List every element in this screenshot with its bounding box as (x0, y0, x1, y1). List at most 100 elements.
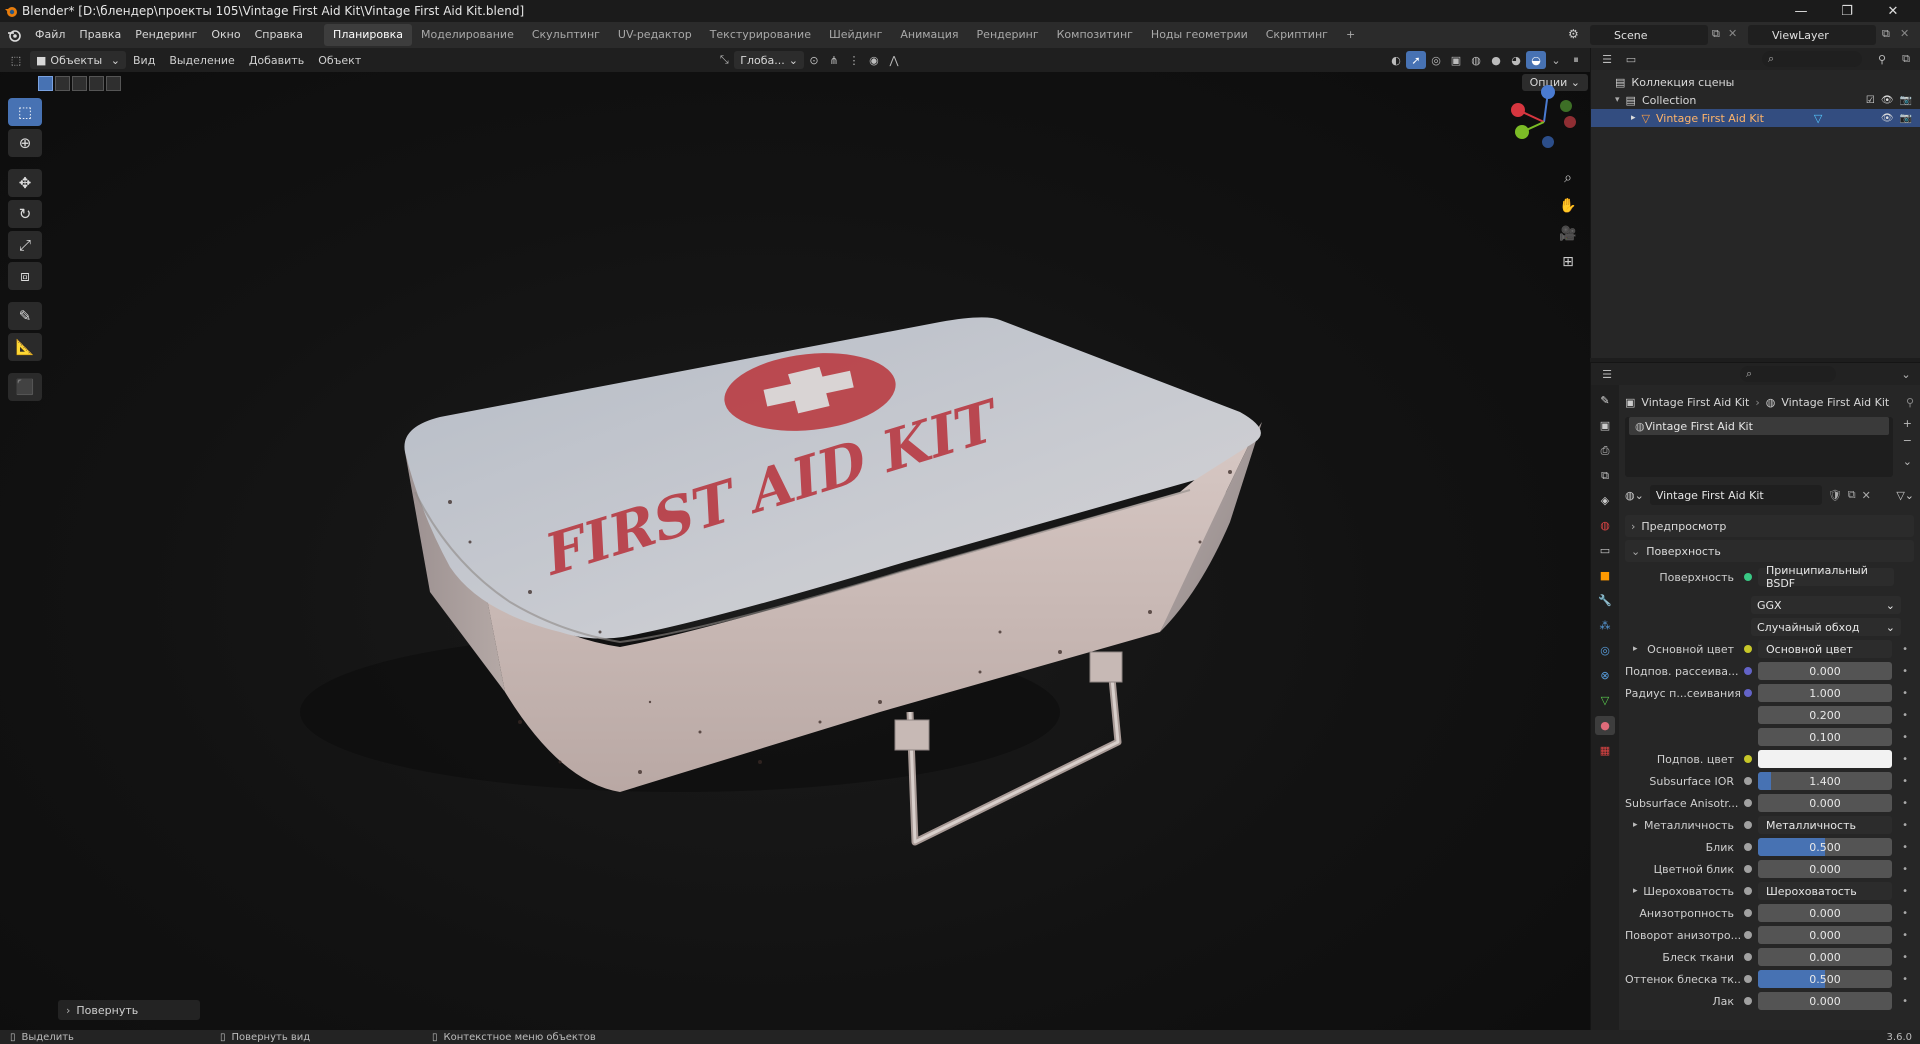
eye-icon[interactable]: 👁 (1881, 113, 1894, 124)
number-field[interactable]: 0.000 (1758, 794, 1892, 812)
input-socket-icon[interactable] (1744, 909, 1752, 917)
expand-arrow-icon[interactable]: ▸ (1633, 886, 1638, 896)
menu-object[interactable]: Объект (311, 54, 368, 67)
xray-icon[interactable]: ▣ (1446, 51, 1466, 69)
tab-rendering[interactable]: Рендеринг (968, 24, 1048, 46)
navigation-gizmo[interactable] (1504, 82, 1584, 162)
zoom-icon[interactable]: ⌕ (1556, 168, 1580, 188)
number-field[interactable]: 0.500 (1758, 838, 1892, 856)
distribution-dropdown[interactable]: GGX ⌄ (1751, 596, 1901, 614)
animate-property-icon[interactable]: • (1902, 798, 1908, 809)
number-field[interactable]: 0.000 (1758, 904, 1892, 922)
material-filter-icon[interactable]: ▽⌄ (1896, 489, 1914, 502)
animate-property-icon[interactable]: • (1902, 886, 1908, 897)
tab-geometry-nodes[interactable]: Ноды геометрии (1142, 24, 1257, 46)
wireframe-shading-icon[interactable]: ◍ (1466, 51, 1486, 69)
filter-icon[interactable]: ⚲ (1872, 50, 1892, 68)
world-tab-icon[interactable]: ◍ (1595, 516, 1615, 535)
view-layer-field[interactable]: ViewLayer (1748, 25, 1876, 45)
tool-tab-icon[interactable]: ✎ (1595, 391, 1615, 410)
modifiers-tab-icon[interactable]: 🔧 (1595, 591, 1615, 610)
pause-render-icon[interactable]: ⏸ (1566, 51, 1586, 69)
constraints-tab-icon[interactable]: ⊗ (1595, 666, 1615, 685)
number-field[interactable]: 0.000 (1758, 926, 1892, 944)
expand-arrow-icon[interactable]: ▸ (1633, 644, 1638, 654)
input-socket-icon[interactable] (1744, 865, 1752, 873)
material-slot-list[interactable]: ◍ Vintage First Aid Kit (1625, 417, 1893, 477)
input-socket-icon[interactable] (1744, 799, 1752, 807)
view-layer-tab-icon[interactable]: ⧉ (1595, 466, 1615, 485)
input-socket-icon[interactable] (1744, 777, 1752, 785)
transform-orientation-icon[interactable]: ⤡ (714, 51, 734, 69)
camera-render-icon[interactable]: 📷 (1900, 113, 1912, 124)
number-field[interactable]: 0.200 (1758, 706, 1892, 724)
number-field[interactable]: 0.100 (1758, 728, 1892, 746)
outliner-row-collection[interactable]: ▾ ▤ Collection ☑ 👁 📷 (1591, 91, 1920, 109)
input-socket-icon[interactable] (1744, 667, 1752, 675)
eye-icon[interactable]: 👁 (1881, 95, 1894, 106)
browse-material-icon[interactable]: ◍⌄ (1625, 489, 1644, 502)
animate-property-icon[interactable]: • (1902, 842, 1908, 853)
orientation-dropdown[interactable]: Глоба... ⌄ (734, 51, 804, 69)
delete-scene-icon[interactable]: ✕ (1728, 27, 1737, 40)
menu-file[interactable]: Файл (28, 22, 72, 48)
scene-tab-icon[interactable]: ◈ (1595, 491, 1615, 510)
duplicate-material-icon[interactable]: ⧉ (1848, 488, 1856, 502)
animate-property-icon[interactable]: • (1902, 864, 1908, 875)
last-operator-panel[interactable]: › Повернуть (58, 1000, 200, 1020)
input-socket-icon[interactable] (1744, 953, 1752, 961)
number-field[interactable]: 0.500 (1758, 970, 1892, 988)
object-tab-icon[interactable]: ■ (1595, 566, 1615, 585)
data-tab-icon[interactable]: ▽ (1595, 691, 1615, 710)
input-socket-icon[interactable] (1744, 821, 1752, 829)
material-slot-item[interactable]: ◍ Vintage First Aid Kit (1629, 417, 1889, 435)
add-workspace-button[interactable]: + (1337, 24, 1364, 46)
blender-menu-icon[interactable] (0, 28, 28, 42)
new-scene-icon[interactable]: ⧉ (1712, 27, 1720, 41)
visibility-icon[interactable]: ◐ (1386, 51, 1406, 69)
material-shading-icon[interactable]: ◕ (1506, 51, 1526, 69)
scene-selector-icon[interactable]: ⚙ (1568, 27, 1579, 41)
animate-property-icon[interactable]: • (1902, 776, 1908, 787)
shading-options-icon[interactable]: ⌄ (1546, 51, 1566, 69)
input-socket-icon[interactable] (1744, 689, 1752, 697)
linked-input-field[interactable]: Шероховатость (1758, 882, 1892, 900)
animate-property-icon[interactable]: • (1902, 666, 1908, 677)
tab-modeling[interactable]: Моделирование (412, 24, 523, 46)
menu-render[interactable]: Рендеринг (128, 22, 204, 48)
surface-panel-header[interactable]: ⌄ Поверхность (1625, 540, 1914, 562)
tab-animation[interactable]: Анимация (891, 24, 967, 46)
number-field[interactable]: 0.000 (1758, 662, 1892, 680)
menu-window[interactable]: Окно (204, 22, 247, 48)
animate-property-icon[interactable]: • (1902, 710, 1908, 721)
menu-help[interactable]: Справка (248, 22, 310, 48)
subsurface-method-dropdown[interactable]: Случайный обход ⌄ (1751, 618, 1901, 636)
axis-neg-y-icon[interactable] (1560, 100, 1572, 112)
outliner-row-scene-collection[interactable]: ▤ Коллекция сцены (1591, 73, 1920, 91)
axis-neg-z-icon[interactable] (1542, 136, 1554, 148)
axis-x-icon[interactable] (1511, 103, 1525, 117)
camera-view-icon[interactable]: 🎥 (1556, 224, 1580, 244)
expand-arrow-icon[interactable]: ▸ (1631, 113, 1636, 123)
shader-socket-icon[interactable] (1744, 573, 1752, 581)
tab-sculpting[interactable]: Скульптинг (523, 24, 609, 46)
remove-slot-icon[interactable]: − (1903, 434, 1912, 447)
falloff-icon[interactable]: ⋀ (884, 51, 904, 69)
material-name-field[interactable]: Vintage First Aid Kit (1649, 485, 1822, 505)
axis-z-icon[interactable] (1541, 85, 1555, 99)
close-window-button[interactable]: ✕ (1870, 0, 1916, 22)
solid-shading-icon[interactable]: ● (1486, 51, 1506, 69)
menu-add[interactable]: Добавить (242, 54, 311, 67)
tab-scripting[interactable]: Скриптинг (1257, 24, 1337, 46)
color-swatch[interactable] (1758, 750, 1892, 768)
linked-input-field[interactable]: Металличность (1758, 816, 1892, 834)
input-socket-icon[interactable] (1744, 931, 1752, 939)
tab-texture-paint[interactable]: Текстурирование (701, 24, 820, 46)
new-collection-icon[interactable]: ⧉ (1896, 50, 1916, 68)
animate-property-icon[interactable]: • (1902, 974, 1908, 985)
rendered-shading-icon[interactable]: ◒ (1526, 51, 1546, 69)
mesh-data-icon[interactable]: ▽ (1814, 112, 1822, 125)
animate-property-icon[interactable]: • (1902, 754, 1908, 765)
axis-y-icon[interactable] (1515, 125, 1529, 139)
perspective-grid-icon[interactable]: ⊞ (1556, 252, 1580, 272)
